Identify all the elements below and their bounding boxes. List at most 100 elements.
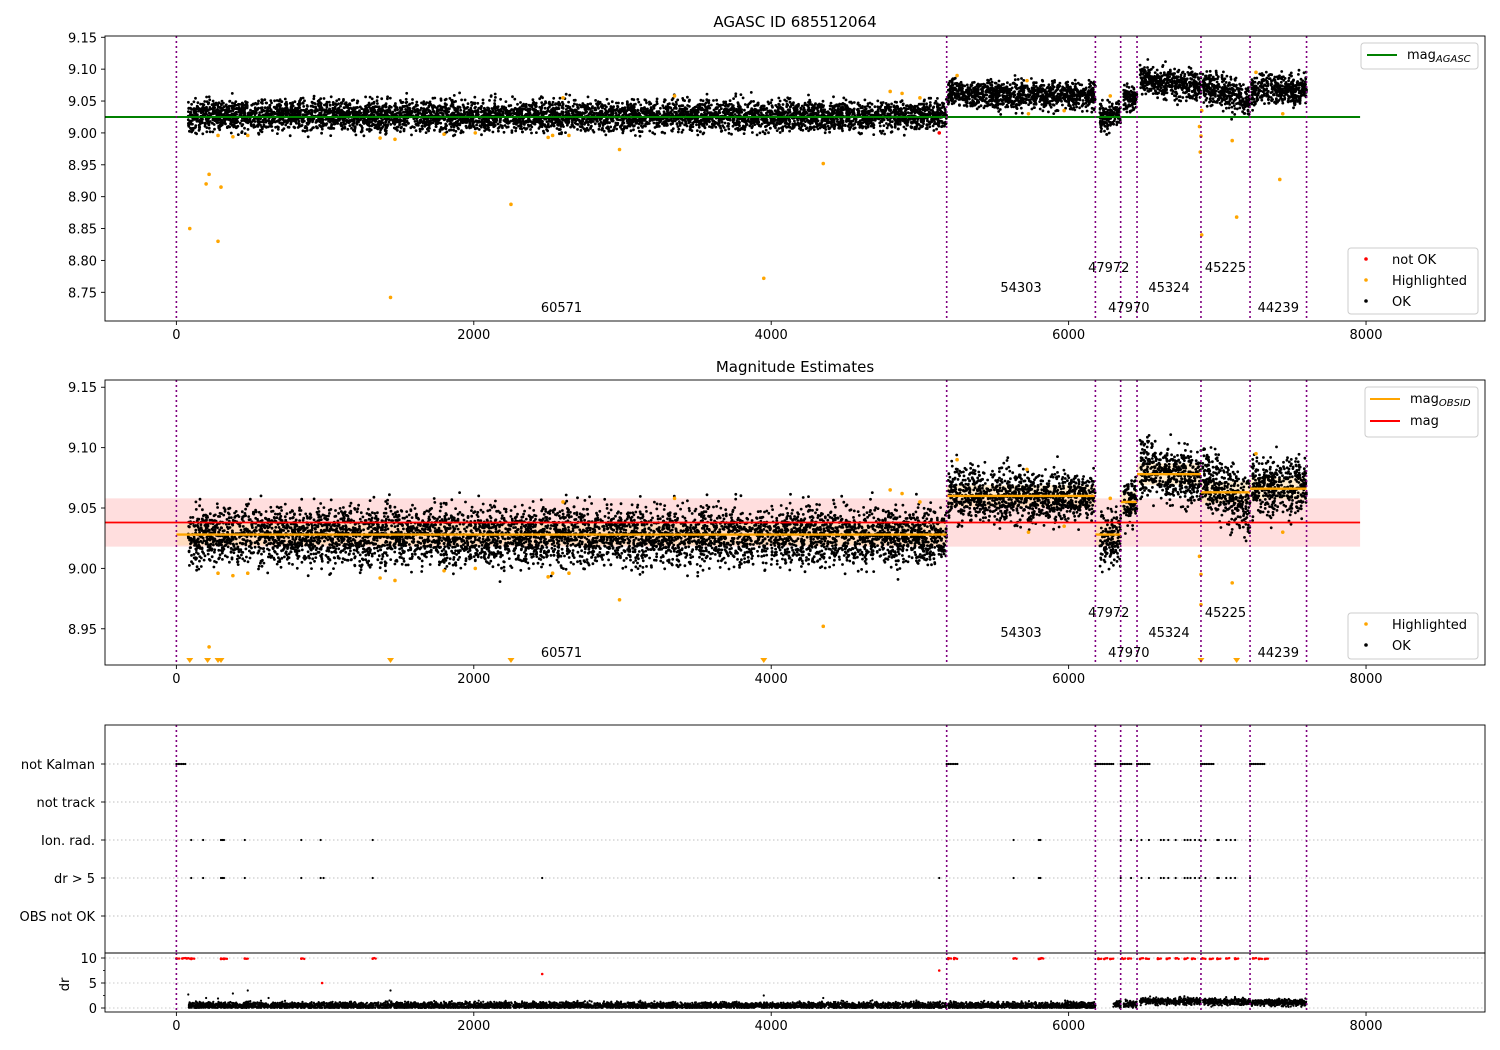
ok-point: [293, 100, 297, 104]
ok-point: [470, 101, 473, 104]
ok-point: [639, 103, 643, 107]
ok-point: [213, 103, 217, 107]
ok-point: [562, 125, 565, 128]
ok-point: [906, 111, 910, 114]
ok-point: [273, 112, 276, 116]
ok-point: [322, 113, 326, 116]
ok-point: [519, 101, 522, 104]
ok-point: [313, 110, 317, 114]
ok-point: [514, 129, 518, 133]
ok-point: [439, 105, 443, 109]
ok-point: [223, 118, 227, 122]
ok-point: [233, 104, 236, 108]
ok-point: [410, 133, 413, 137]
ok-point: [688, 98, 691, 102]
ok-point: [378, 131, 382, 134]
ok-point: [404, 110, 408, 114]
ok-point: [507, 104, 511, 108]
ok-point: [342, 98, 345, 101]
ok-point: [821, 99, 825, 103]
ok-point: [450, 128, 453, 132]
ok-point: [724, 128, 727, 132]
ok-point: [360, 126, 364, 130]
ok-point: [596, 103, 599, 107]
ok-point: [570, 109, 574, 112]
ok-point: [414, 129, 418, 133]
ok-point: [510, 112, 514, 115]
ok-point: [777, 106, 780, 109]
ok-point: [879, 105, 883, 108]
ok-point: [547, 120, 550, 123]
ok-point: [540, 101, 544, 104]
ok-point: [453, 133, 457, 137]
ok-point: [778, 99, 782, 103]
ok-point: [528, 111, 532, 115]
ok-point: [732, 97, 735, 100]
ok-point: [889, 109, 893, 112]
ok-point: [896, 105, 899, 109]
ok-point: [872, 133, 876, 137]
ok-point: [315, 108, 319, 112]
ok-point: [610, 100, 614, 104]
ok-point: [560, 132, 563, 136]
ok-point: [270, 120, 274, 124]
ok-point: [723, 107, 727, 111]
ok-point: [376, 112, 380, 116]
ok-point: [695, 129, 699, 133]
ok-point: [488, 99, 491, 102]
ok-point: [833, 127, 836, 130]
ok-point: [632, 128, 635, 132]
ok-point: [864, 125, 867, 128]
ok-point: [696, 133, 700, 137]
ok-point: [597, 106, 600, 110]
ok-point: [929, 96, 933, 100]
ok-point: [194, 96, 197, 100]
ok-point: [778, 131, 782, 134]
ok-point: [770, 98, 774, 102]
ok-point: [616, 104, 619, 108]
ok-point: [833, 104, 836, 108]
ok-point: [655, 112, 659, 116]
ok-point: [381, 125, 385, 128]
ok-point: [881, 129, 885, 133]
ok-point: [824, 128, 828, 131]
ok-point: [561, 110, 564, 114]
ok-point: [207, 123, 211, 127]
ok-point: [429, 112, 432, 115]
ok-point: [458, 91, 461, 95]
ok-point: [510, 129, 514, 133]
ok-point: [934, 122, 938, 126]
ok-point: [236, 133, 240, 137]
ok-point: [253, 113, 257, 116]
ok-point: [720, 120, 724, 124]
ok-point: [663, 131, 667, 135]
ok-point: [578, 125, 582, 128]
ok-point: [928, 101, 932, 104]
ok-point: [270, 112, 274, 116]
ok-point: [559, 128, 562, 131]
ok-point: [210, 112, 214, 115]
ok-point: [293, 126, 297, 130]
ok-point: [673, 119, 677, 123]
ok-point: [481, 98, 485, 102]
ok-point: [643, 111, 646, 115]
ok-point: [218, 128, 222, 132]
panel-2-title: Magnitude Estimates: [716, 358, 874, 376]
ok-point: [376, 102, 379, 105]
ok-point: [564, 104, 568, 108]
ok-point: [256, 125, 260, 128]
ok-point: [207, 126, 211, 130]
ok-point: [850, 122, 853, 126]
ok-point: [889, 130, 893, 134]
ok-point: [337, 102, 340, 106]
ok-point: [370, 120, 373, 124]
ok-point: [897, 127, 900, 131]
ok-point: [190, 102, 194, 106]
ok-point: [398, 111, 401, 115]
ok-point: [543, 106, 547, 110]
ok-point: [885, 126, 889, 130]
ok-point: [498, 120, 502, 124]
ok-point: [756, 103, 760, 107]
ok-point: [686, 95, 689, 99]
ok-point: [852, 127, 856, 131]
